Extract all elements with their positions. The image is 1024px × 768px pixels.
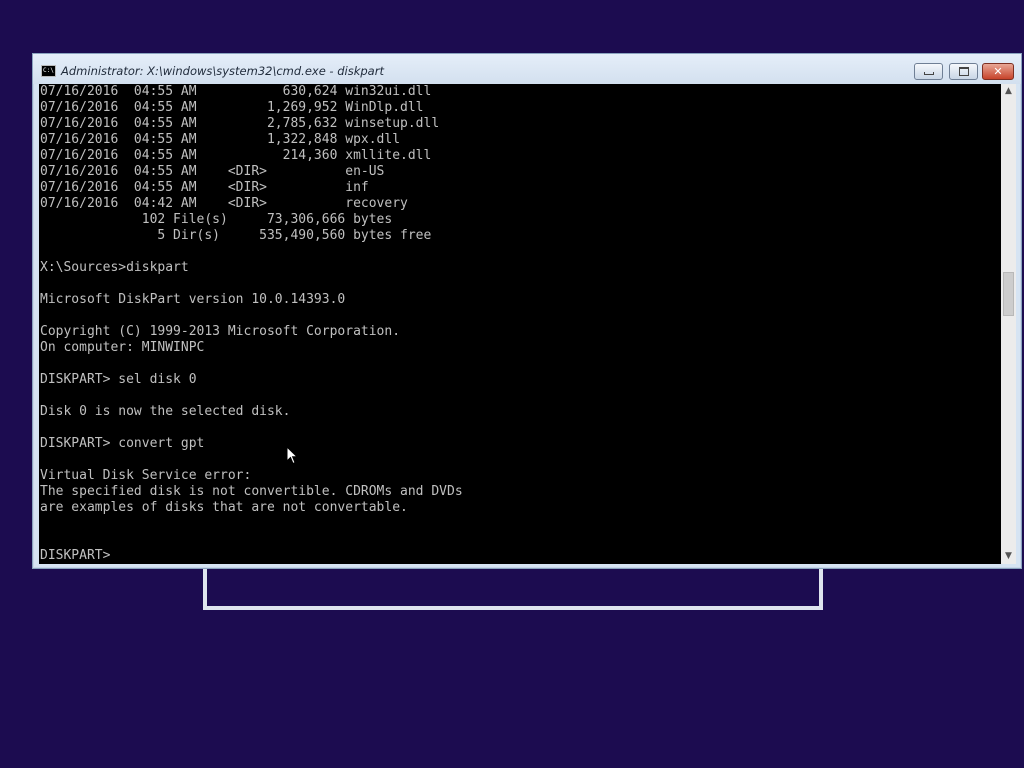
console-line: 07/16/2016 04:55 AM 630,624 win32ui.dll (40, 84, 432, 99)
console-line: The specified disk is not convertible. C… (40, 484, 463, 499)
mouse-pointer-icon (286, 446, 298, 465)
console-line: 07/16/2016 04:55 AM 2,785,632 winsetup.d… (40, 116, 440, 131)
console-line: 07/16/2016 04:55 AM 1,322,848 wpx.dll (40, 132, 401, 147)
scroll-down-arrow[interactable]: ▼ (1001, 549, 1016, 564)
console-line: Copyright (C) 1999-2013 Microsoft Corpor… (40, 324, 401, 339)
console-line: 07/16/2016 04:55 AM <DIR> inf (40, 180, 369, 195)
close-icon: ✕ (993, 65, 1003, 78)
minimize-icon (923, 71, 934, 75)
cmd-app-icon[interactable]: C:\ (41, 65, 56, 77)
console-line: 07/16/2016 04:55 AM 214,360 xmllite.dll (40, 148, 432, 163)
close-button[interactable]: ✕ (982, 63, 1014, 80)
console-output-area[interactable]: 07/16/2016 04:55 AM 630,624 win32ui.dll 0… (39, 84, 1001, 564)
console-lines: 07/16/2016 04:55 AM 630,624 win32ui.dll 0… (40, 84, 463, 564)
maximize-button[interactable] (949, 63, 978, 80)
console-line: 5 Dir(s) 535,490,560 bytes free (40, 228, 432, 243)
background-setup-window-frame (203, 566, 823, 610)
console-line: X:\Sources>diskpart (40, 260, 189, 275)
scroll-thumb[interactable] (1003, 272, 1014, 316)
title-bar[interactable]: C:\ Administrator: X:\windows\system32\c… (33, 54, 1021, 84)
console-line: Virtual Disk Service error: (40, 468, 252, 483)
console-line: DISKPART> convert gpt (40, 436, 205, 451)
vertical-scrollbar[interactable]: ▲ ▼ (1001, 84, 1016, 564)
console-line: 07/16/2016 04:42 AM <DIR> recovery (40, 196, 408, 211)
console-line: Microsoft DiskPart version 10.0.14393.0 (40, 292, 346, 307)
console-line: are examples of disks that are not conve… (40, 500, 408, 515)
console-line: DISKPART> sel disk 0 (40, 372, 197, 387)
cmd-window: C:\ Administrator: X:\windows\system32\c… (32, 53, 1022, 569)
console-line: 102 File(s) 73,306,666 bytes (40, 212, 393, 227)
console-line: On computer: MINWINPC (40, 340, 205, 355)
maximize-icon (958, 66, 969, 76)
console-line: DISKPART> (40, 548, 119, 563)
minimize-button[interactable] (914, 63, 943, 80)
scroll-up-arrow[interactable]: ▲ (1001, 84, 1016, 99)
console-line: 07/16/2016 04:55 AM 1,269,952 WinDlp.dll (40, 100, 424, 115)
console-line: 07/16/2016 04:55 AM <DIR> en-US (40, 164, 385, 179)
console-line: Disk 0 is now the selected disk. (40, 404, 291, 419)
window-title: Administrator: X:\windows\system32\cmd.e… (61, 64, 384, 78)
